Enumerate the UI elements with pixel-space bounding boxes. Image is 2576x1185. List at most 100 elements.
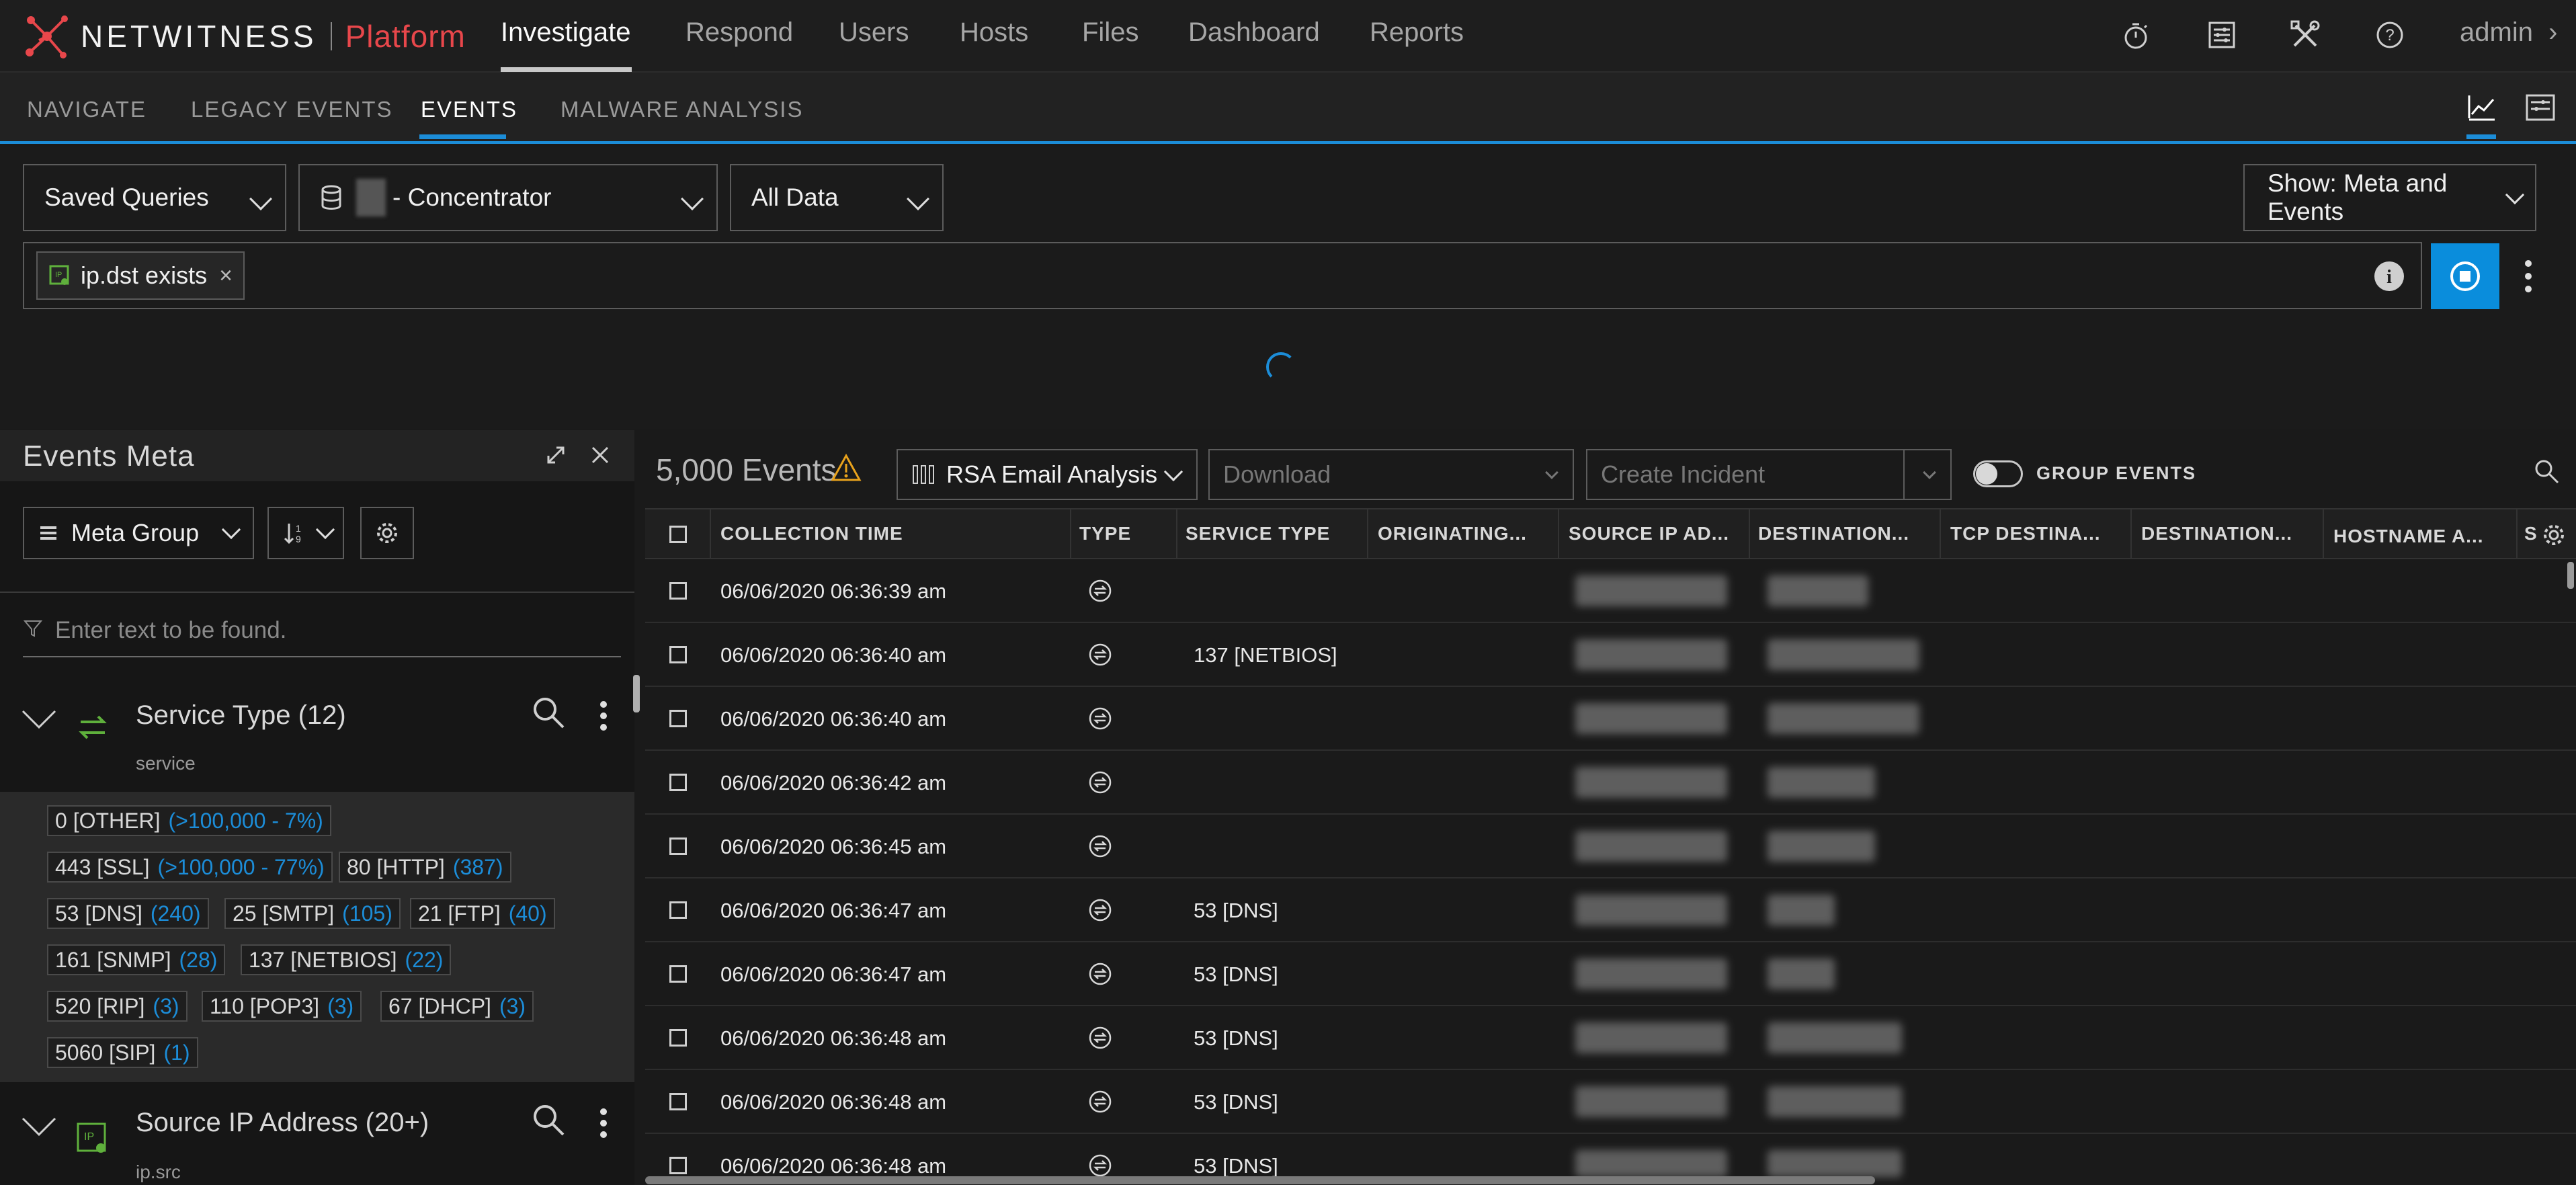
- table-row[interactable]: 06/06/2020 06:36:42 am: [645, 751, 2576, 815]
- table-row[interactable]: 06/06/2020 06:36:45 am: [645, 815, 2576, 878]
- column-header-hostname[interactable]: HOSTNAME A...: [2333, 526, 2484, 547]
- row-checkbox[interactable]: [669, 582, 687, 600]
- panel-settings-icon[interactable]: [2524, 91, 2557, 124]
- tools-icon[interactable]: [2288, 17, 2323, 52]
- expand-icon[interactable]: [544, 444, 567, 466]
- table-row[interactable]: 06/06/2020 06:36:48 am 53 [DNS]: [645, 1006, 2576, 1070]
- chevron-down-icon: [249, 188, 272, 210]
- row-checkbox[interactable]: [669, 1029, 687, 1047]
- netwitness-logo[interactable]: NETWITNESS Platform: [24, 9, 466, 63]
- download-dropdown[interactable]: Download: [1208, 449, 1574, 500]
- row-checkbox[interactable]: [669, 837, 687, 855]
- settings-panel-icon[interactable]: [2204, 17, 2239, 52]
- meta-value-tag[interactable]: 25 [SMTP] (105): [224, 898, 401, 929]
- search-icon[interactable]: [530, 694, 567, 731]
- meta-settings-button[interactable]: [360, 507, 414, 559]
- show-mode-dropdown[interactable]: Show: Meta and Events: [2243, 164, 2536, 231]
- group-title-service-type[interactable]: Service Type (12): [136, 700, 346, 731]
- user-menu[interactable]: admin ›: [2460, 17, 2557, 48]
- search-icon[interactable]: [2532, 457, 2561, 485]
- row-checkbox[interactable]: [669, 710, 687, 727]
- chevron-down-icon[interactable]: [20, 706, 58, 733]
- warning-icon[interactable]: [831, 453, 862, 484]
- row-checkbox[interactable]: [669, 774, 687, 791]
- meta-value-tag[interactable]: 80 [HTTP] (387): [339, 852, 511, 883]
- tab-navigate[interactable]: NAVIGATE: [27, 97, 147, 122]
- select-all-checkbox[interactable]: [669, 526, 687, 543]
- row-checkbox[interactable]: [669, 901, 687, 919]
- column-header-tcp-destination[interactable]: TCP DESTINA...: [1950, 523, 2101, 544]
- column-header-collection-time[interactable]: COLLECTION TIME: [720, 523, 903, 544]
- search-icon[interactable]: [530, 1101, 567, 1139]
- time-range-dropdown[interactable]: All Data: [730, 164, 944, 231]
- meta-value-tag[interactable]: 53 [DNS] (240): [47, 898, 209, 929]
- chevron-down-icon[interactable]: [20, 1113, 58, 1140]
- stopwatch-icon[interactable]: [2118, 17, 2153, 52]
- more-options-icon[interactable]: [597, 1106, 610, 1140]
- more-options-icon[interactable]: [2522, 258, 2535, 294]
- tab-events[interactable]: EVENTS: [421, 97, 517, 122]
- group-title-source-ip[interactable]: Source IP Address (20+): [136, 1108, 429, 1138]
- meta-value-tag[interactable]: 0 [OTHER] (>100,000 - 7%): [47, 805, 331, 836]
- table-row[interactable]: 06/06/2020 06:36:39 am: [645, 559, 2576, 623]
- table-row[interactable]: 06/06/2020 06:36:48 am 53 [DNS]: [645, 1070, 2576, 1134]
- saved-queries-dropdown[interactable]: Saved Queries: [23, 164, 286, 231]
- stop-query-button[interactable]: [2431, 243, 2499, 309]
- meta-value-tag[interactable]: 443 [SSL] (>100,000 - 77%): [47, 852, 333, 883]
- column-header-type[interactable]: TYPE: [1079, 523, 1131, 544]
- meta-value-tag[interactable]: 67 [DHCP] (3): [380, 991, 534, 1022]
- nav-investigate[interactable]: Investigate: [501, 17, 630, 48]
- row-checkbox[interactable]: [669, 1157, 687, 1174]
- close-icon[interactable]: [589, 444, 612, 466]
- nav-files[interactable]: Files: [1082, 17, 1138, 48]
- show-mode-label: Show: Meta and Events: [2268, 169, 2448, 225]
- meta-value-tag[interactable]: 520 [RIP] (3): [47, 991, 188, 1022]
- column-header-source-ip[interactable]: SOURCE IP AD...: [1569, 523, 1729, 544]
- meta-value-tag[interactable]: 5060 [SIP] (1): [47, 1037, 198, 1068]
- table-row[interactable]: 06/06/2020 06:36:47 am 53 [DNS]: [645, 942, 2576, 1006]
- tab-malware-analysis[interactable]: MALWARE ANALYSIS: [560, 97, 803, 122]
- meta-filter-input[interactable]: Enter text to be found.: [55, 617, 286, 644]
- nav-users[interactable]: Users: [839, 17, 909, 48]
- meta-group-dropdown[interactable]: Meta Group: [23, 507, 254, 559]
- column-header-originating[interactable]: ORIGINATING...: [1378, 523, 1527, 544]
- redacted-source-ip: [1575, 639, 1727, 670]
- create-incident-dropdown[interactable]: Create Incident: [1586, 449, 1952, 500]
- vertical-scrollbar[interactable]: [2567, 562, 2574, 589]
- meta-value-tag[interactable]: 21 [FTP] (40): [410, 898, 555, 929]
- table-row[interactable]: 06/06/2020 06:36:47 am 53 [DNS]: [645, 878, 2576, 942]
- cell-collection-time: 06/06/2020 06:36:45 am: [720, 835, 947, 858]
- meta-value-tag[interactable]: 137 [NETBIOS] (22): [241, 944, 452, 975]
- meta-value-tag[interactable]: 161 [SNMP] (28): [47, 944, 226, 975]
- horizontal-scrollbar[interactable]: [645, 1176, 1875, 1184]
- table-row[interactable]: 06/06/2020 06:36:40 am: [645, 687, 2576, 751]
- column-header-service-type[interactable]: SERVICE TYPE: [1186, 523, 1330, 544]
- user-name: admin: [2460, 17, 2533, 47]
- table-row[interactable]: 06/06/2020 06:36:40 am 137 [NETBIOS]: [645, 623, 2576, 687]
- column-header-truncated[interactable]: S: [2524, 523, 2540, 544]
- column-separator: [2516, 508, 2518, 559]
- nav-dashboard[interactable]: Dashboard: [1188, 17, 1320, 48]
- column-header-destination[interactable]: DESTINATION...: [1758, 523, 1909, 544]
- sort-dropdown[interactable]: 1 9: [267, 507, 344, 559]
- help-icon[interactable]: ?: [2372, 17, 2407, 52]
- service-dropdown[interactable]: - Concentrator: [298, 164, 718, 231]
- meta-value-tag[interactable]: 110 [POP3] (3): [202, 991, 362, 1022]
- query-pill[interactable]: IP ip.dst exists ×: [36, 251, 245, 300]
- nav-hosts[interactable]: Hosts: [960, 17, 1028, 48]
- pill-close-icon[interactable]: ×: [219, 263, 233, 289]
- row-checkbox[interactable]: [669, 965, 687, 983]
- chart-view-icon[interactable]: [2465, 91, 2497, 124]
- row-checkbox[interactable]: [669, 646, 687, 663]
- more-options-icon[interactable]: [597, 699, 610, 733]
- row-checkbox[interactable]: [669, 1093, 687, 1110]
- tab-legacy-events[interactable]: LEGACY EVENTS: [191, 97, 393, 122]
- column-profile-dropdown[interactable]: RSA Email Analysis: [897, 449, 1198, 500]
- nav-reports[interactable]: Reports: [1370, 17, 1464, 48]
- query-input[interactable]: [23, 242, 2422, 309]
- table-settings-gear-icon[interactable]: [2540, 522, 2567, 548]
- info-icon[interactable]: i: [2372, 259, 2406, 293]
- meta-scrollbar[interactable]: [633, 675, 640, 712]
- column-header-destination-2[interactable]: DESTINATION...: [2141, 523, 2292, 544]
- nav-respond[interactable]: Respond: [685, 17, 793, 48]
